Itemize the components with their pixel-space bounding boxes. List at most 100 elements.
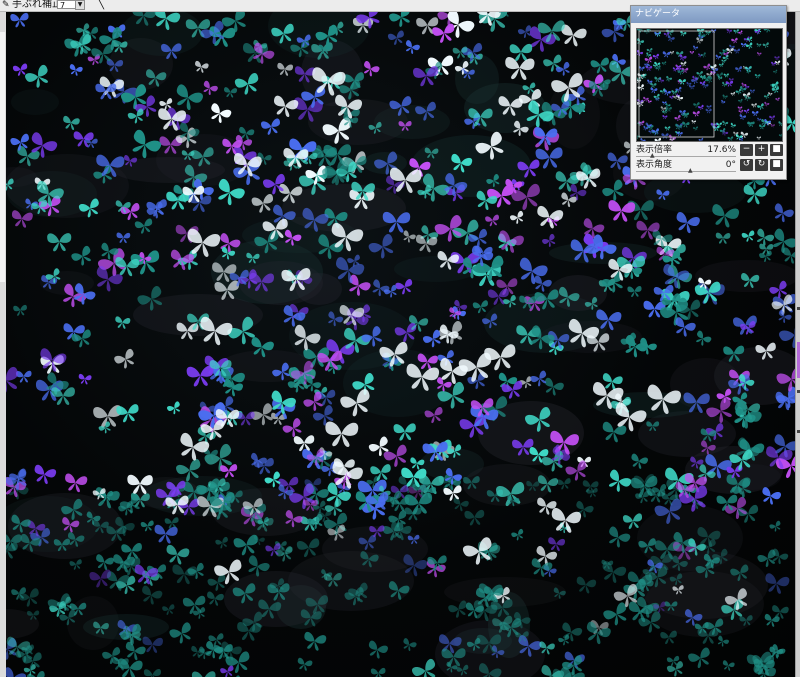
thumbnail-butterfly xyxy=(645,65,653,71)
thumbnail-butterfly xyxy=(652,53,660,60)
butterfly xyxy=(114,348,134,369)
butterfly xyxy=(169,622,191,644)
thumbnail-butterfly xyxy=(698,104,704,110)
butterfly xyxy=(188,193,212,213)
butterfly xyxy=(143,669,161,677)
paint-app-window: ✎ 手ぶれ補正 7 ▼ ╲ ナビゲータ 表示倍率 17.6% ▲ − + ■ 表… xyxy=(0,0,800,677)
thumbnail-butterfly xyxy=(723,73,729,78)
butterfly xyxy=(688,647,710,669)
navigator-title[interactable]: ナビゲータ xyxy=(631,6,786,23)
thumbnail-butterfly xyxy=(646,47,653,53)
butterfly xyxy=(297,657,313,671)
butterfly xyxy=(203,80,218,95)
butterfly xyxy=(186,365,214,387)
butterfly xyxy=(772,605,789,619)
thumbnail-butterfly xyxy=(774,56,780,61)
butterfly xyxy=(47,233,72,252)
thumbnail-butterfly xyxy=(693,45,699,51)
butterfly xyxy=(368,640,388,659)
butterfly xyxy=(142,585,163,605)
thumbnail-butterfly xyxy=(757,103,764,110)
thumbnail-butterfly xyxy=(674,114,681,122)
thumbnail-butterfly xyxy=(702,82,709,89)
plus-icon[interactable]: + xyxy=(755,144,768,156)
thumbnail-butterfly xyxy=(640,138,646,141)
thumbnail-butterfly xyxy=(705,108,712,114)
butterfly xyxy=(192,607,206,619)
butterfly-highlight xyxy=(484,344,516,371)
line-tool-icon[interactable]: ╲ xyxy=(98,0,104,10)
butterfly xyxy=(627,286,642,298)
butterfly xyxy=(120,203,140,221)
butterfly xyxy=(69,64,83,76)
thumbnail-butterfly xyxy=(644,56,653,64)
thumbnail-butterfly xyxy=(738,30,743,35)
chevron-down-icon[interactable]: ▼ xyxy=(75,0,85,10)
butterfly xyxy=(370,464,391,482)
butterfly xyxy=(416,234,438,253)
angle-value: 0° xyxy=(725,160,736,170)
thumbnail-butterfly xyxy=(653,93,660,100)
thumbnail-butterfly xyxy=(718,63,724,68)
thumbnail-butterfly xyxy=(698,137,704,141)
angle-label: 表示角度 xyxy=(636,160,673,170)
butterfly xyxy=(666,661,684,677)
thumbnail-butterfly xyxy=(764,101,770,107)
butterfly xyxy=(34,464,57,485)
butterfly xyxy=(696,330,712,346)
thumbnail-butterfly xyxy=(726,29,733,34)
thumbnail-butterfly xyxy=(746,36,753,42)
navigator-preview[interactable] xyxy=(636,28,783,142)
zoom-row: 表示倍率 17.6% ▲ − + ■ xyxy=(636,144,784,159)
thumbnail-butterfly xyxy=(727,136,734,141)
right-panel-edge xyxy=(795,12,800,677)
minus-icon[interactable]: − xyxy=(740,144,753,156)
thumbnail-butterfly xyxy=(778,121,782,127)
thumbnail-butterfly xyxy=(673,95,678,100)
thumbnail-butterfly xyxy=(735,66,743,73)
angle-row: 表示角度 0° ▲ ↺ ↻ ■ xyxy=(636,159,784,174)
butterfly xyxy=(510,210,524,224)
thumbnail-butterfly xyxy=(662,109,668,115)
butterfly xyxy=(472,300,488,314)
butterfly xyxy=(405,40,420,54)
thumbnail-butterfly xyxy=(661,133,669,139)
reset-square-icon[interactable]: ■ xyxy=(770,159,783,171)
butterfly xyxy=(544,377,564,396)
thumbnail-butterfly xyxy=(666,75,673,82)
rotate-right-icon[interactable]: ↻ xyxy=(755,159,768,171)
thumbnail-butterfly xyxy=(682,121,690,128)
butterfly xyxy=(395,278,413,295)
angle-slider[interactable] xyxy=(636,171,736,172)
butterfly xyxy=(370,667,386,677)
thumbnail-butterfly xyxy=(680,30,687,37)
thumbnail-butterfly xyxy=(763,29,771,33)
butterfly xyxy=(296,538,320,558)
thumbnail-butterfly xyxy=(738,98,743,103)
butterfly xyxy=(96,554,114,571)
thumbnail-butterfly xyxy=(650,82,657,88)
butterfly xyxy=(432,23,455,43)
thumbnail-butterfly xyxy=(743,108,750,114)
angle-slider-thumb[interactable]: ▲ xyxy=(688,168,693,174)
fit-square-icon[interactable]: ■ xyxy=(770,144,783,156)
thumbnail-butterfly xyxy=(751,103,757,108)
butterfly xyxy=(167,401,180,415)
thumbnail-butterfly xyxy=(749,89,755,94)
thumbnail-butterfly xyxy=(721,99,726,104)
butterfly xyxy=(115,257,140,277)
butterfly xyxy=(576,576,597,594)
butterfly xyxy=(51,387,75,405)
butterfly xyxy=(717,635,729,647)
rotate-left-icon[interactable]: ↺ xyxy=(740,159,753,171)
thumbnail-butterfly xyxy=(735,88,742,95)
thumbnail-butterfly xyxy=(738,109,744,114)
butterfly xyxy=(511,528,524,541)
zoom-value: 17.6% xyxy=(707,145,736,155)
thumbnail-butterfly xyxy=(756,52,762,56)
thumbnail-butterfly xyxy=(751,111,759,116)
butterfly xyxy=(11,210,33,228)
butterfly xyxy=(282,418,302,437)
butterfly xyxy=(293,435,315,452)
butterfly xyxy=(115,316,131,329)
